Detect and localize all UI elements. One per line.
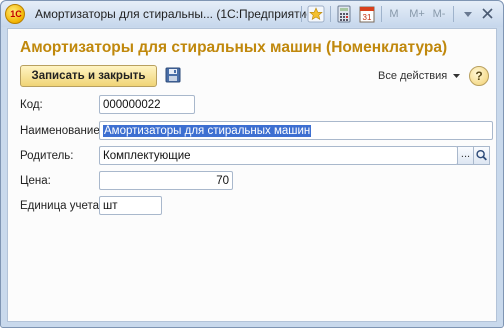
calculator-icon[interactable] <box>335 5 353 23</box>
toolbar-separator <box>453 6 454 22</box>
unit-label: Единица учета: <box>20 200 103 212</box>
form-title: Амортизаторы для стиральных машин (Номен… <box>20 39 448 56</box>
close-window-icon[interactable] <box>459 5 497 23</box>
help-icon[interactable]: ? <box>469 66 489 86</box>
dropdown-arrow-icon <box>453 74 461 78</box>
memory-button[interactable]: M <box>385 5 403 23</box>
save-and-close-button[interactable]: Записать и закрыть <box>20 65 157 87</box>
toolbar-separator <box>381 6 382 22</box>
parent-field[interactable]: Комплектующие <box>99 146 458 165</box>
unit-field[interactable]: шт <box>99 196 162 215</box>
window-title: Амортизаторы для стиральны... (1С:Предпр… <box>35 7 307 21</box>
save-disk-icon[interactable] <box>165 67 181 83</box>
memory-plus-button[interactable]: M+ <box>406 5 428 23</box>
title-bar: 1С Амортизаторы для стиральны... (1С:Пре… <box>1 1 503 27</box>
all-actions-menu[interactable]: Все действия <box>378 70 461 84</box>
calendar-icon[interactable]: 31 <box>358 5 376 23</box>
svg-text:31: 31 <box>363 13 372 22</box>
all-actions-label: Все действия <box>378 70 448 82</box>
memory-minus-button[interactable]: M- <box>430 5 448 23</box>
price-label: Цена: <box>20 175 51 187</box>
name-label: Наименование: <box>20 125 103 137</box>
toolbar-separator <box>330 6 331 22</box>
name-field[interactable]: Амортизаторы для стиральных машин <box>99 121 493 140</box>
favorites-star-icon[interactable] <box>307 5 325 23</box>
app-window: 1С Амортизаторы для стиральны... (1С:Пре… <box>0 0 504 328</box>
parent-select-button[interactable]: ... <box>457 146 474 165</box>
toolbar-separator <box>301 6 302 22</box>
code-label: Код: <box>20 99 43 111</box>
app-logo-text: 1С <box>10 9 22 19</box>
form-panel: Амортизаторы для стиральных машин (Номен… <box>7 28 497 322</box>
app-logo-icon[interactable]: 1С <box>5 4 25 24</box>
price-field[interactable]: 70 <box>99 171 233 190</box>
code-field[interactable]: 000000022 <box>99 95 195 114</box>
parent-label: Родитель: <box>20 150 74 162</box>
name-value: Амортизаторы для стиральных машин <box>103 125 312 137</box>
search-icon[interactable] <box>473 146 490 165</box>
